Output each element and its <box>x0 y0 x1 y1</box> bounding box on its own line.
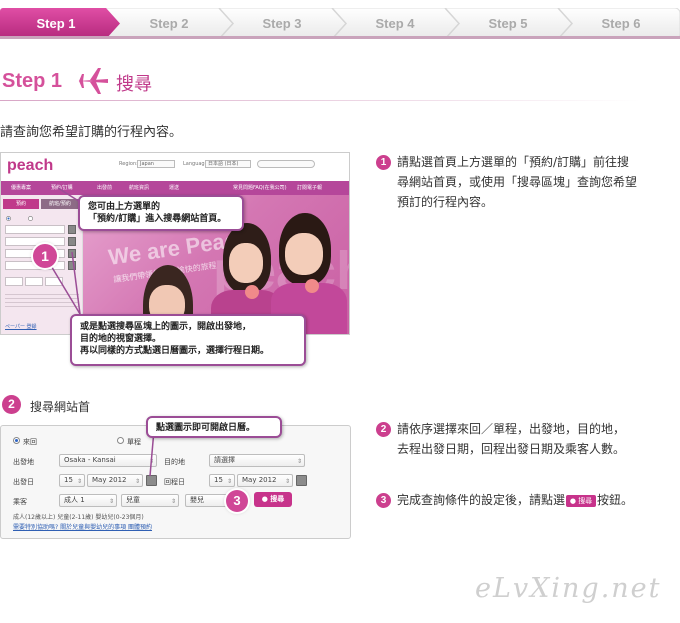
callout-search-block: 或是點選搜尋區塊上的圖示，開啟出發地， 目的地的視窗選擇。 再以同樣的方式點選日… <box>70 314 306 366</box>
roundtrip-label: 來回 <box>23 438 37 446</box>
search-button-label: 搜尋 <box>270 495 285 503</box>
depart-day-select[interactable]: 15 ⇕ <box>59 474 85 487</box>
step-progress-bar: Step 1 Step 2 Step 3 Step 4 Step 5 Step … <box>0 8 680 39</box>
section-title: 搜尋 <box>116 74 152 95</box>
return-day-value: 15 <box>214 476 223 484</box>
depart-date-label: 出發日 <box>13 478 34 486</box>
depart-day-value: 15 <box>64 476 73 484</box>
inline-search-label: 搜尋 <box>578 496 593 505</box>
desc-number-badge: 1 <box>376 155 391 170</box>
section-2-title: 搜尋網站首 <box>30 400 91 414</box>
destination-value: 請選擇 <box>214 456 235 464</box>
return-day-select[interactable]: 15 ⇕ <box>209 474 235 487</box>
adult-select[interactable]: 成人 1 ⇕ <box>59 494 117 507</box>
desc-number-badge: 2 <box>376 422 391 437</box>
desc-text: 按鈕。 <box>597 493 634 507</box>
infant-value: 嬰兒 <box>190 496 204 504</box>
inline-search-button-image: ● 搜尋 <box>566 494 597 507</box>
section-number-badge: 2 <box>2 395 21 414</box>
step-1-label: Step 1 <box>36 16 76 31</box>
desc-number-badge: 3 <box>376 493 391 508</box>
callout-line: 目的地的視窗選擇。 <box>80 334 162 344</box>
oneway-label: 單程 <box>127 438 141 446</box>
step-2-label: Step 2 <box>149 16 189 31</box>
step-number-badge: 3 <box>226 490 248 512</box>
callout-line: 或是點選搜尋區塊上的圖示，開啟出發地， <box>80 322 252 332</box>
return-month-select[interactable]: May 2012 ⇕ <box>237 474 293 487</box>
origin-value: Osaka - Kansai <box>64 456 116 464</box>
age-note: 成人(12歲以上) 兒童(2-11歲) 嬰幼兒(0-23個月) <box>13 514 144 521</box>
step-5-label: Step 5 <box>488 16 528 31</box>
chevron-down-icon: ⇕ <box>296 458 302 465</box>
depart-month-value: May 2012 <box>92 476 127 484</box>
chevron-down-icon: ⇕ <box>284 478 290 485</box>
depart-month-select[interactable]: May 2012 ⇕ <box>87 474 143 487</box>
destination-label: 目的地 <box>164 458 185 466</box>
section-step-heading: Step 1 <box>2 70 63 92</box>
callout-line: 您可由上方選單的 <box>88 202 161 212</box>
destination-select[interactable]: 請選擇 ⇕ <box>209 454 305 467</box>
heading-divider <box>0 100 640 101</box>
desc-line: 請依序選擇來回／單程，出發地，目的地， <box>397 422 626 436</box>
step-number-badge: 1 <box>33 244 57 268</box>
step-bar-shape <box>0 8 680 39</box>
return-date-label: 回程日 <box>164 478 185 486</box>
desc-step-1: 請點選首頁上方選單的「預約/訂購」前往搜 尋網站首頁，或使用「搜尋區塊」查詢您希… <box>397 152 680 212</box>
adult-value: 成人 1 <box>64 496 85 504</box>
desc-step-2: 請依序選擇來回／單程，出發地，目的地， 去程出發日期，回程出發日期及乘客人數。 <box>397 419 680 459</box>
desc-text: 完成查詢條件的設定後，請點選 <box>397 493 566 507</box>
search-form-screenshot: 來回 單程 出發地 Osaka - Kansai ⇕ 目的地 請選擇 ⇕ 出發日 1… <box>0 425 351 539</box>
calendar-icon[interactable] <box>296 475 307 486</box>
help-links[interactable]: 需要特別協助嗎? 關於兒童與嬰幼兒的事項 團體預約 <box>13 522 152 531</box>
chevron-down-icon: ⇕ <box>76 478 82 485</box>
roundtrip-radio[interactable] <box>13 437 20 444</box>
desc-line: 請點選首頁上方選單的「預約/訂購」前往搜 <box>397 155 630 169</box>
chevron-down-icon: ⇕ <box>170 498 176 505</box>
callout-line: 「預約/訂購」進入搜尋網站首頁。 <box>88 214 227 224</box>
child-value: 兒童 <box>126 496 140 504</box>
intro-text: 請查詢您希望訂購的行程內容。 <box>0 125 183 140</box>
desc-line: 尋網站首頁，或使用「搜尋區塊」查詢您希望 <box>397 175 638 189</box>
airplane-icon <box>78 68 108 94</box>
desc-line: 去程出發日期，回程出發日期及乘客人數。 <box>397 442 626 456</box>
chevron-down-icon: ⇕ <box>108 498 114 505</box>
callout-line: 再以同樣的方式點選日曆圖示，選擇行程日期。 <box>80 346 270 356</box>
callout-top-menu: 您可由上方選單的 「預約/訂購」進入搜尋網站首頁。 <box>78 195 244 231</box>
oneway-radio[interactable] <box>117 437 124 444</box>
callout-calendar: 點選圖示即可開啟日曆。 <box>146 416 282 438</box>
step-6-label: Step 6 <box>601 16 641 31</box>
desc-step-3: 完成查詢條件的設定後，請點選 ● 搜尋 按鈕。 <box>397 490 680 510</box>
step-4-label: Step 4 <box>375 16 415 31</box>
origin-label: 出發地 <box>13 458 34 466</box>
desc-line: 預訂的行程內容。 <box>397 195 494 209</box>
step-3-label: Step 3 <box>262 16 302 31</box>
search-button[interactable]: ● 搜尋 <box>254 492 292 507</box>
chevron-down-icon: ⇕ <box>226 478 232 485</box>
watermark: eLvXing.net <box>475 573 662 604</box>
return-month-value: May 2012 <box>242 476 277 484</box>
child-select[interactable]: 兒童 ⇕ <box>121 494 179 507</box>
passenger-label: 乘客 <box>13 498 27 506</box>
